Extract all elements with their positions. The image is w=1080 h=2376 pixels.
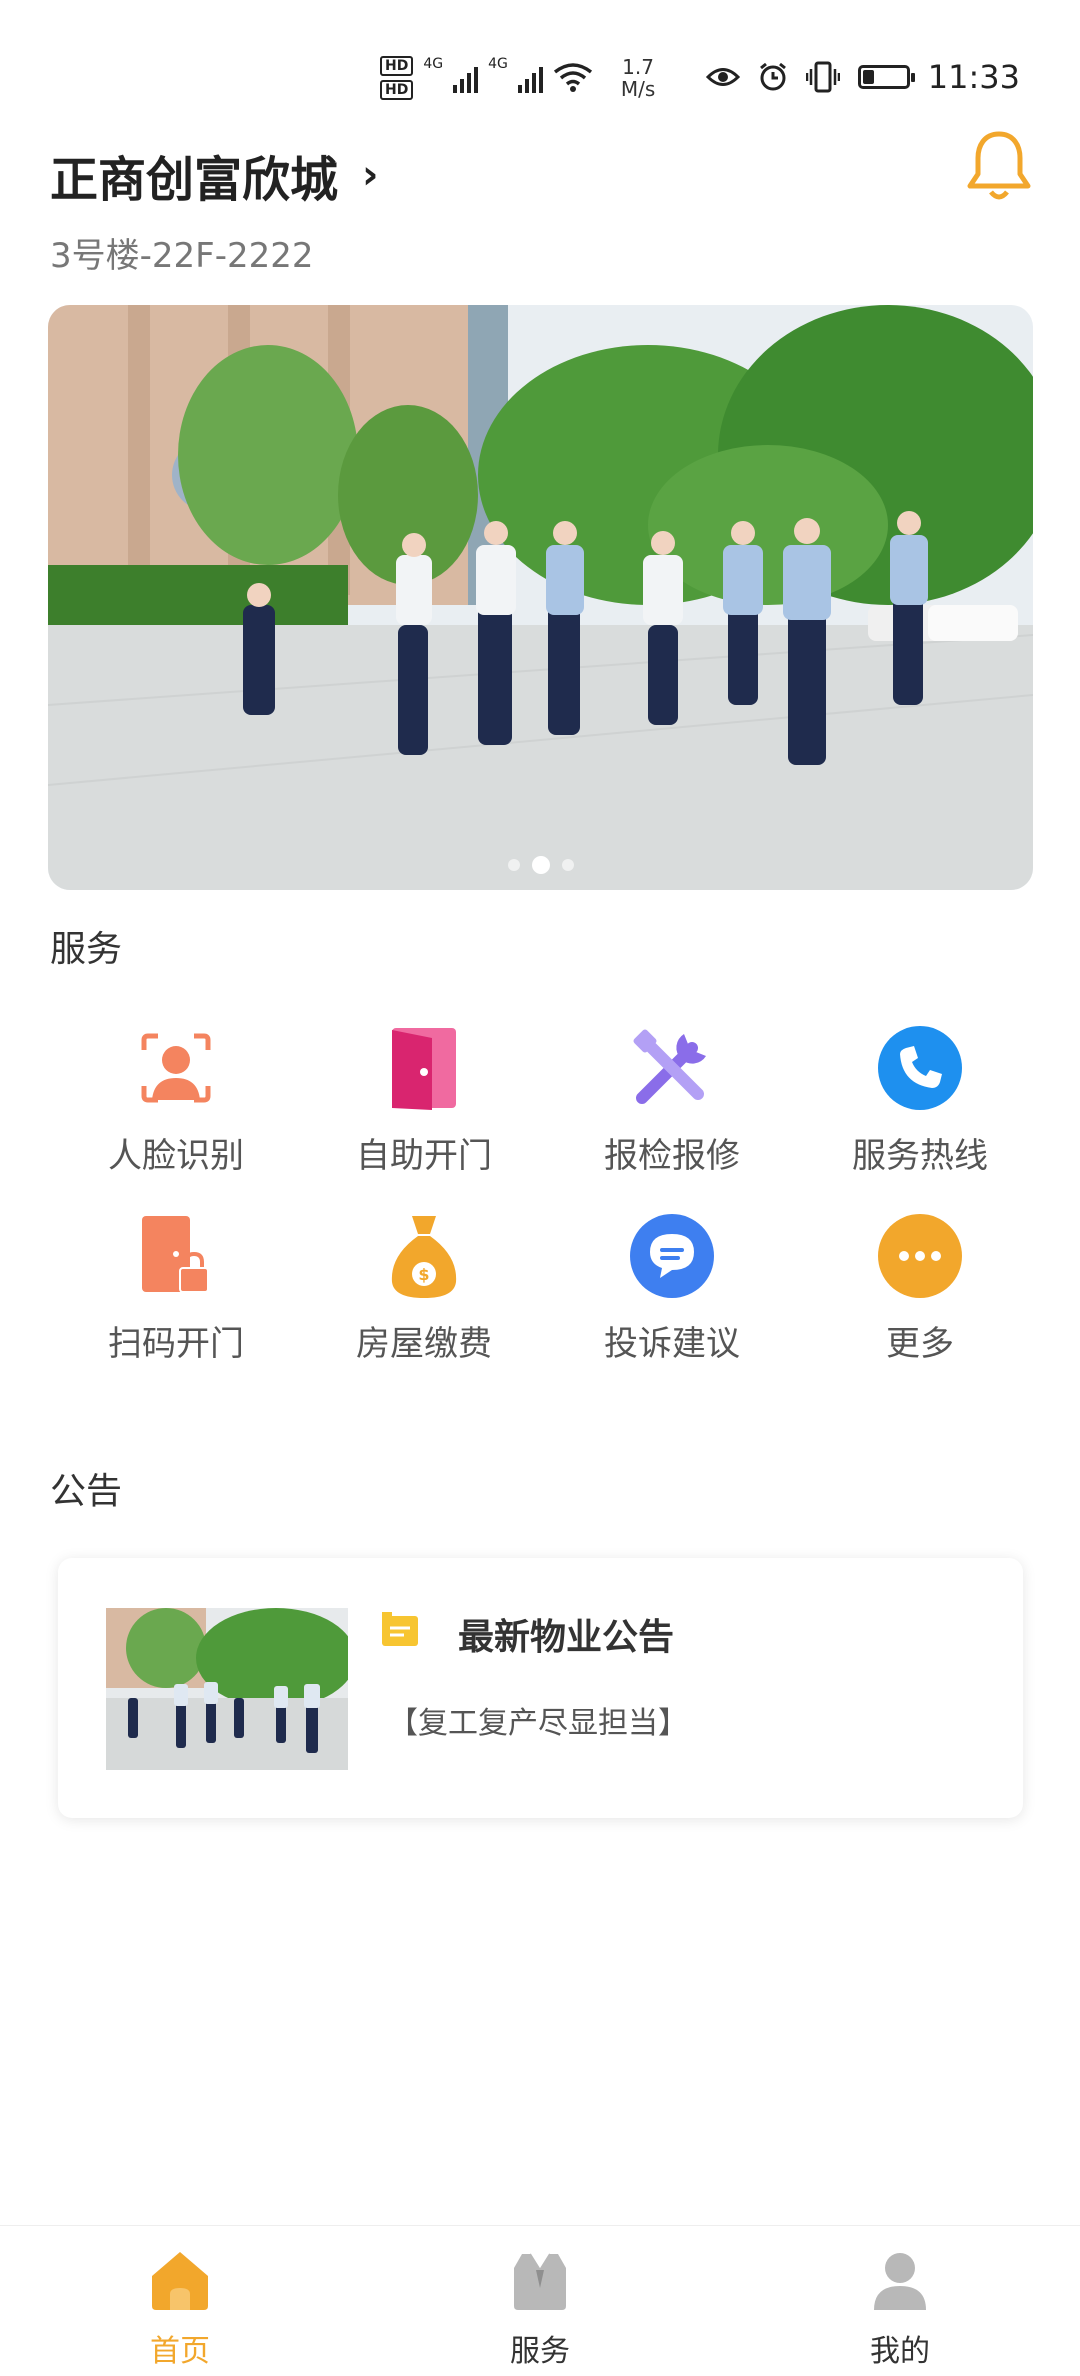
wifi-icon — [553, 63, 592, 92]
home-icon — [152, 2252, 208, 2310]
service-hotline[interactable]: 服务热线 — [796, 1020, 1044, 1200]
svg-text:$: $ — [418, 1265, 429, 1284]
notification-bell-icon[interactable] — [964, 128, 1034, 204]
service-label: 扫码开门 — [108, 1324, 244, 1364]
user-icon — [874, 2253, 926, 2310]
service-face-recognition[interactable]: 人脸识别 — [52, 1020, 300, 1200]
chevron-right-icon: › — [362, 152, 379, 198]
clock-time: 11:33 — [927, 58, 1020, 96]
door-lock-icon — [128, 1208, 224, 1304]
signal-icon — [453, 63, 479, 93]
service-label: 投诉建议 — [604, 1324, 740, 1364]
service-self-open-door[interactable]: 自助开门 — [300, 1020, 548, 1200]
community-selector[interactable]: 正商创富欣城 › — [50, 140, 379, 210]
more-icon — [872, 1208, 968, 1304]
notice-thumbnail — [106, 1608, 348, 1770]
speed-value: 1.7 — [622, 55, 654, 79]
status-bar: HD HD 4G 4G 1.7 M/s 11:33 — [0, 0, 1080, 140]
notice-doc-icon — [382, 1612, 418, 1646]
community-name: 正商创富欣城 — [50, 152, 339, 208]
battery-icon — [857, 65, 915, 89]
service-label: 人脸识别 — [108, 1136, 244, 1176]
eye-icon — [705, 68, 740, 86]
status-right: 11:33 — [705, 58, 1020, 96]
signal-icon — [517, 63, 543, 93]
bottom-tab-bar: 首页 服务 我的 — [0, 2225, 1080, 2376]
notice-card[interactable]: 最新物业公告 【复工复产尽显担当】 — [58, 1558, 1023, 1818]
tab-mine[interactable]: 我的 — [800, 2226, 1000, 2376]
hd-badge: HD — [380, 56, 414, 76]
banner-image — [48, 305, 1033, 890]
service-repair[interactable]: 报检报修 — [548, 1020, 796, 1200]
carousel-indicator — [48, 856, 1033, 874]
network-speed: 1.7 M/s — [621, 56, 655, 100]
banner-carousel[interactable] — [48, 305, 1033, 890]
money-bag-icon: $ — [376, 1208, 472, 1304]
service-complaint[interactable]: 投诉建议 — [548, 1208, 796, 1388]
phone-icon — [872, 1020, 968, 1116]
tab-home[interactable]: 首页 — [80, 2226, 280, 2376]
notice-title: 最新物业公告 — [458, 1617, 675, 1658]
chat-bubble-icon — [624, 1208, 720, 1304]
carousel-dot[interactable] — [507, 859, 520, 871]
service-more[interactable]: 更多 — [796, 1208, 1044, 1388]
network-type: 4G — [488, 56, 508, 72]
room-address: 3号楼-22F-2222 — [50, 236, 314, 276]
face-scan-icon — [128, 1020, 224, 1116]
community-header: 正商创富欣城 › 3号楼-22F-2222 — [50, 140, 379, 277]
vibrate-icon — [805, 61, 840, 93]
services-section-title: 服务 — [50, 929, 123, 970]
notice-section-title: 公告 — [50, 1471, 123, 1512]
tools-icon — [624, 1020, 720, 1116]
carousel-dot[interactable] — [531, 856, 550, 874]
services-grid: 人脸识别 自助开门 报检报修 服务热线 扫码开门 $ 房屋缴费 投诉建议 更多 — [0, 1020, 1080, 1388]
service-label: 房屋缴费 — [356, 1324, 492, 1364]
door-icon — [376, 1020, 472, 1116]
service-icon — [514, 2253, 566, 2310]
hd-badge: HD — [380, 80, 414, 100]
tab-label: 服务 — [510, 2334, 570, 2369]
alarm-icon — [759, 62, 786, 91]
hd-badges: HD HD — [380, 56, 414, 100]
tab-label: 我的 — [870, 2334, 930, 2369]
carousel-dot[interactable] — [561, 859, 574, 871]
notice-subtitle: 【复工复产尽显担当】 — [388, 1706, 688, 1741]
status-left: HD HD 4G 4G 1.7 M/s — [380, 48, 655, 108]
tab-service[interactable]: 服务 — [440, 2226, 640, 2376]
speed-unit: M/s — [620, 77, 656, 101]
service-house-payment[interactable]: $ 房屋缴费 — [300, 1208, 548, 1388]
service-label: 自助开门 — [356, 1136, 492, 1176]
service-scan-open-door[interactable]: 扫码开门 — [52, 1208, 300, 1388]
service-label: 报检报修 — [604, 1136, 740, 1176]
network-type: 4G — [423, 56, 444, 72]
service-label: 服务热线 — [852, 1136, 988, 1176]
tab-label: 首页 — [150, 2334, 210, 2369]
service-label: 更多 — [886, 1324, 954, 1364]
